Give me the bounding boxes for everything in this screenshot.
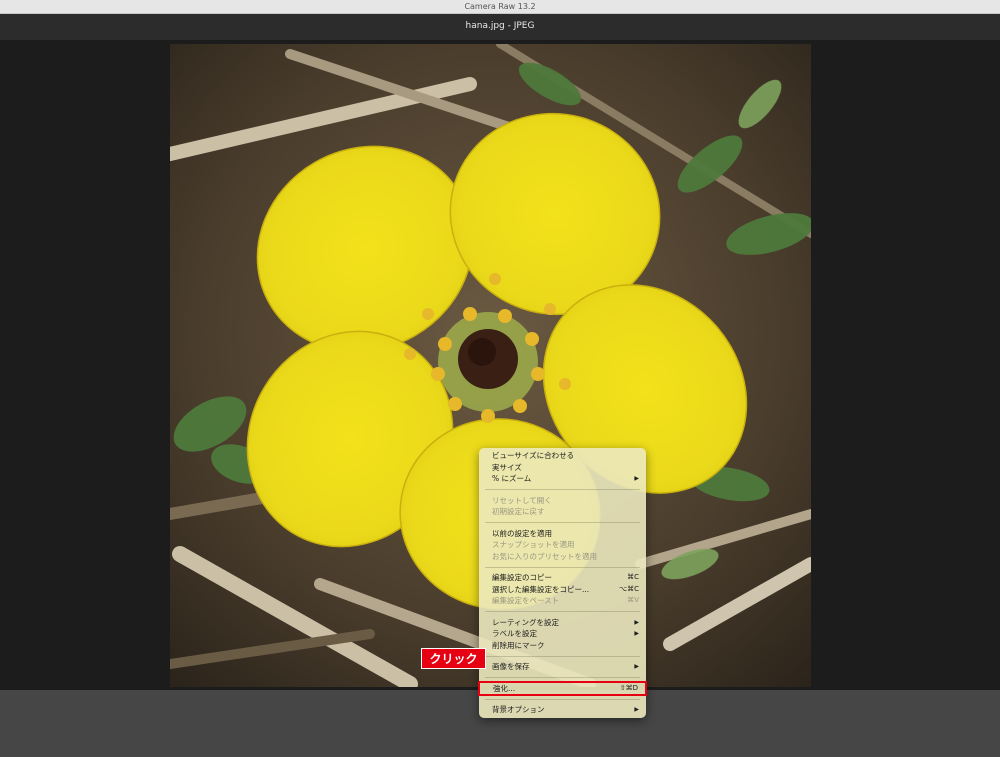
- menu-item[interactable]: 実サイズ: [479, 462, 646, 474]
- menu-separator: [485, 566, 640, 568]
- menu-item: スナップショットを適用: [479, 539, 646, 551]
- menu-item-label: リセットして開く: [492, 495, 552, 505]
- menu-item[interactable]: ラベルを設定 ▶: [479, 628, 646, 640]
- menu-item-shortcut: ⇧⌘D: [619, 683, 638, 692]
- menu-item-label: 編集設定のコピー: [492, 573, 552, 582]
- submenu-arrow-icon: ▶: [634, 706, 639, 713]
- menu-item[interactable]: レーティングを設定 ▶: [479, 617, 646, 629]
- menu-item[interactable]: 以前の設定を適用: [479, 528, 646, 540]
- menu-item[interactable]: 選択した編集設定をコピー... ⌥⌘C: [479, 584, 646, 596]
- menu-item-label: 画像を保存: [492, 662, 530, 671]
- app-title-bar: Camera Raw 13.2: [0, 0, 1000, 14]
- menu-item-label: 背景オプション: [492, 705, 545, 714]
- menu-item-label: レーティングを設定: [492, 617, 560, 627]
- menu-separator: [485, 611, 640, 612]
- menu-item[interactable]: 編集設定のコピー ⌘C: [479, 572, 646, 584]
- callout-text: クリック: [429, 652, 478, 666]
- menu-item-label: ビューサイズに合わせる: [492, 451, 575, 460]
- menu-separator: [485, 698, 640, 700]
- menu-item-shortcut: ⌘C: [627, 573, 639, 581]
- menu-item-label: 削除用にマーク: [492, 640, 545, 650]
- menu-item[interactable]: 削除用にマーク: [479, 640, 646, 652]
- menu-item[interactable]: ビューサイズに合わせる: [479, 450, 646, 462]
- submenu-arrow-icon: ▶: [634, 475, 639, 482]
- menu-item: 編集設定をペースト ⌘V: [479, 595, 646, 607]
- menu-item[interactable]: % にズーム ▶: [479, 473, 646, 485]
- menu-item-label: 以前の設定を適用: [492, 528, 552, 538]
- submenu-arrow-icon: ▶: [634, 663, 639, 670]
- submenu-arrow-icon: ▶: [634, 630, 639, 637]
- menu-item[interactable]: 画像を保存 ▶: [479, 661, 646, 673]
- menu-item-label: 編集設定をペースト: [492, 596, 560, 605]
- menu-item-shortcut: ⌘V: [627, 596, 639, 604]
- context-menu: ビューサイズに合わせる 実サイズ % にズーム ▶ リセットして開く 初期設定に戻す 以前の…: [478, 448, 647, 718]
- menu-item: リセットして開く: [479, 495, 646, 507]
- menu-item[interactable]: 背景オプション ▶: [479, 704, 646, 716]
- menu-item-shortcut: ⌥⌘C: [619, 584, 639, 593]
- menu-item[interactable]: 強化... ⇧⌘D: [478, 680, 647, 696]
- app-title: Camera Raw 13.2: [464, 2, 536, 11]
- menu-separator: [485, 677, 640, 678]
- document-title: hana.jpg - JPEG: [465, 21, 535, 31]
- menu-item-label: スナップショットを適用: [492, 540, 575, 549]
- menu-item-label: お気に入りのプリセットを適用: [492, 551, 597, 561]
- menu-item-label: 実サイズ: [492, 462, 522, 472]
- menu-item-label: % にズーム: [492, 474, 532, 483]
- menu-item-label: 強化...: [493, 683, 516, 693]
- submenu-arrow-icon: ▶: [634, 618, 639, 626]
- menu-item: 初期設定に戻す: [479, 506, 646, 518]
- menu-item-label: 選択した編集設定をコピー...: [492, 584, 590, 594]
- menu-item-label: ラベルを設定: [492, 629, 537, 638]
- menu-item-label: 初期設定に戻す: [492, 507, 545, 516]
- document-header: hana.jpg - JPEG: [0, 14, 1000, 40]
- menu-separator: [485, 489, 640, 490]
- menu-separator: [485, 655, 640, 657]
- menu-separator: [485, 522, 640, 523]
- menu-item: お気に入りのプリセットを適用: [479, 551, 646, 563]
